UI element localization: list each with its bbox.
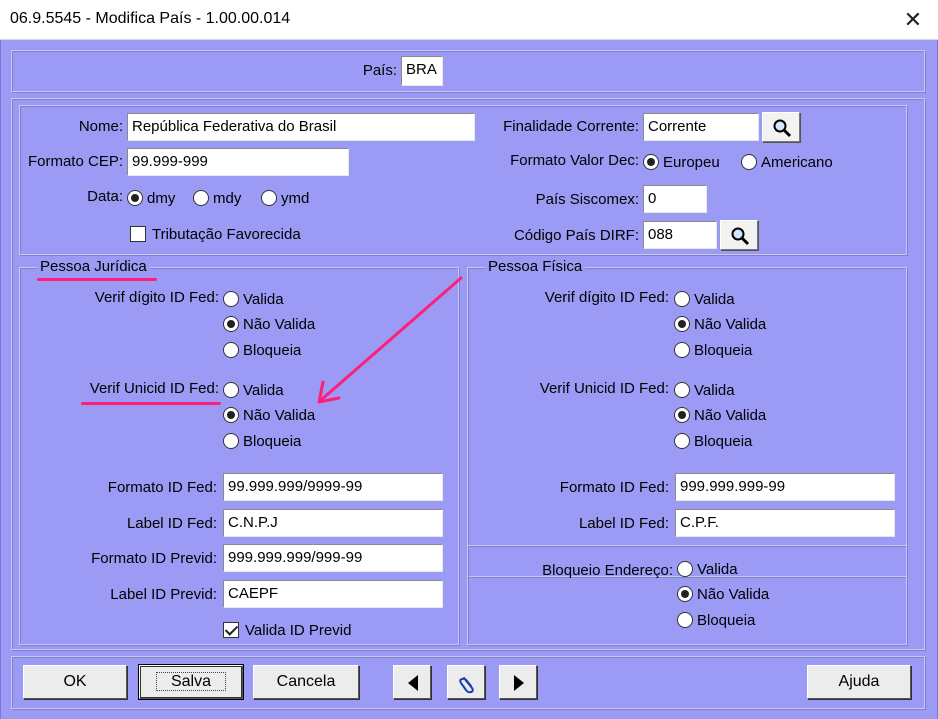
radio-icon bbox=[674, 316, 690, 332]
pf-verif-digito-nao-valida[interactable]: Não Valida bbox=[674, 314, 766, 334]
pf-verif-unicid-nao-valida[interactable]: Não Valida bbox=[674, 405, 766, 425]
triangle-left-icon bbox=[408, 675, 418, 691]
cep-label: Formato CEP: bbox=[27, 153, 123, 170]
dialog-body: País: BRA Nome: República Federativa do … bbox=[0, 40, 938, 719]
previous-button[interactable] bbox=[393, 665, 431, 699]
pj-label-previd-label: Label ID Previd: bbox=[110, 586, 217, 603]
radio-icon bbox=[223, 291, 239, 307]
radio-icon bbox=[674, 382, 690, 398]
ok-button[interactable]: OK bbox=[23, 665, 127, 699]
checkbox-icon bbox=[223, 622, 239, 638]
siscomex-field[interactable]: 0 bbox=[643, 185, 707, 213]
pj-label-id-label: Label ID Fed: bbox=[126, 515, 217, 532]
radio-icon bbox=[223, 316, 239, 332]
pj-verif-unicid-bloqueia[interactable]: Bloqueia bbox=[223, 431, 301, 451]
pessoa-juridica-title: Pessoa Jurídica bbox=[37, 258, 150, 275]
data-label: Data: bbox=[87, 188, 123, 205]
radio-icon bbox=[193, 190, 209, 206]
radio-icon bbox=[127, 190, 143, 206]
pj-verif-digito-bloqueia[interactable]: Bloqueia bbox=[223, 340, 301, 360]
radio-icon bbox=[674, 433, 690, 449]
radio-icon bbox=[223, 407, 239, 423]
pf-verif-digito-bloqueia[interactable]: Bloqueia bbox=[674, 340, 752, 360]
pj-formato-id-field[interactable]: 99.999.999/9999-99 bbox=[223, 473, 443, 501]
pais-label: País: bbox=[362, 62, 397, 79]
pais-field[interactable]: BRA bbox=[401, 56, 443, 86]
attachment-button[interactable] bbox=[447, 665, 485, 699]
radio-icon bbox=[677, 561, 693, 577]
radio-icon bbox=[223, 433, 239, 449]
salva-button[interactable]: Salva bbox=[138, 664, 244, 700]
magnifier-icon bbox=[773, 119, 792, 138]
pais-group bbox=[11, 50, 925, 92]
radio-icon bbox=[674, 291, 690, 307]
pj-label-id-field[interactable]: C.N.P.J bbox=[223, 509, 443, 537]
valor-dec-radio-europeu[interactable]: Europeu bbox=[643, 152, 720, 172]
pj-formato-previd-field[interactable]: 999.999.999/999-99 bbox=[223, 544, 443, 572]
close-icon[interactable]: ✕ bbox=[896, 4, 930, 36]
pf-formato-id-field[interactable]: 999.999.999-99 bbox=[675, 473, 895, 501]
data-radio-dmy[interactable]: dmy bbox=[127, 188, 175, 208]
cancela-button[interactable]: Cancela bbox=[253, 665, 359, 699]
pf-label-id-label: Label ID Fed: bbox=[578, 515, 669, 532]
pj-formato-id-label: Formato ID Fed: bbox=[107, 479, 217, 496]
radio-icon bbox=[741, 154, 757, 170]
radio-icon bbox=[677, 612, 693, 628]
pessoa-fisica-title: Pessoa Física bbox=[485, 258, 586, 275]
pj-verif-unicid-valida[interactable]: Valida bbox=[223, 380, 284, 400]
pf-verif-digito-label: Verif dígito ID Fed: bbox=[544, 289, 669, 306]
pf-label-id-field[interactable]: C.P.F. bbox=[675, 509, 895, 537]
annotation-arrow-icon bbox=[317, 276, 463, 404]
finalidade-field[interactable]: Corrente bbox=[643, 113, 759, 141]
data-radio-mdy[interactable]: mdy bbox=[193, 188, 241, 208]
pf-formato-id-label: Formato ID Fed: bbox=[559, 479, 669, 496]
radio-icon bbox=[677, 586, 693, 602]
pj-valida-previd-checkbox[interactable]: Valida ID Previd bbox=[223, 620, 351, 640]
radio-icon bbox=[223, 342, 239, 358]
dirf-label: Código País DIRF: bbox=[513, 227, 639, 244]
ajuda-button[interactable]: Ajuda bbox=[807, 665, 911, 699]
pf-verif-digito-valida[interactable]: Valida bbox=[674, 289, 735, 309]
finalidade-label: Finalidade Corrente: bbox=[503, 118, 639, 135]
nome-label: Nome: bbox=[78, 118, 123, 135]
valor-dec-radio-americano[interactable]: Americano bbox=[741, 152, 833, 172]
pj-formato-previd-label: Formato ID Previd: bbox=[91, 550, 217, 567]
radio-icon bbox=[643, 154, 659, 170]
bloqueio-valida[interactable]: Valida bbox=[677, 559, 738, 579]
pj-verif-digito-valida[interactable]: Valida bbox=[223, 289, 284, 309]
pj-label-previd-field[interactable]: CAEPF bbox=[223, 580, 443, 608]
radio-icon bbox=[674, 407, 690, 423]
tributacao-checkbox[interactable]: Tributação Favorecida bbox=[130, 224, 301, 244]
paperclip-icon bbox=[459, 677, 474, 694]
pf-verif-unicid-bloqueia[interactable]: Bloqueia bbox=[674, 431, 752, 451]
pf-verif-unicid-label: Verif Unicid ID Fed: bbox=[539, 380, 669, 397]
annotation-underline bbox=[37, 278, 157, 281]
title-bar: 06.9.5545 - Modifica País - 1.00.00.014 … bbox=[0, 0, 938, 40]
dirf-field[interactable]: 088 bbox=[643, 221, 717, 249]
finalidade-lookup-button[interactable] bbox=[762, 112, 800, 142]
bloqueio-label: Bloqueio Endereço: bbox=[542, 562, 673, 579]
bloqueio-nao-valida[interactable]: Não Valida bbox=[677, 584, 769, 604]
pj-verif-digito-label: Verif dígito ID Fed: bbox=[94, 289, 219, 306]
window-title: 06.9.5545 - Modifica País - 1.00.00.014 bbox=[10, 10, 291, 27]
data-radio-ymd[interactable]: ymd bbox=[261, 188, 309, 208]
next-button[interactable] bbox=[499, 665, 537, 699]
triangle-right-icon bbox=[514, 675, 524, 691]
checkbox-icon bbox=[130, 226, 146, 242]
cep-field[interactable]: 99.999-999 bbox=[127, 148, 349, 176]
pj-verif-unicid-label: Verif Unicid ID Fed: bbox=[89, 380, 219, 397]
nome-field[interactable]: República Federativa do Brasil bbox=[127, 113, 475, 141]
siscomex-label: País Siscomex: bbox=[535, 191, 639, 208]
radio-icon bbox=[223, 382, 239, 398]
valor-dec-label: Formato Valor Dec: bbox=[510, 152, 639, 169]
bloqueio-bloqueia[interactable]: Bloqueia bbox=[677, 610, 755, 630]
magnifier-icon bbox=[731, 227, 750, 246]
pf-verif-unicid-valida[interactable]: Valida bbox=[674, 380, 735, 400]
dirf-lookup-button[interactable] bbox=[720, 220, 758, 250]
annotation-underline bbox=[81, 402, 221, 405]
radio-icon bbox=[674, 342, 690, 358]
radio-icon bbox=[261, 190, 277, 206]
